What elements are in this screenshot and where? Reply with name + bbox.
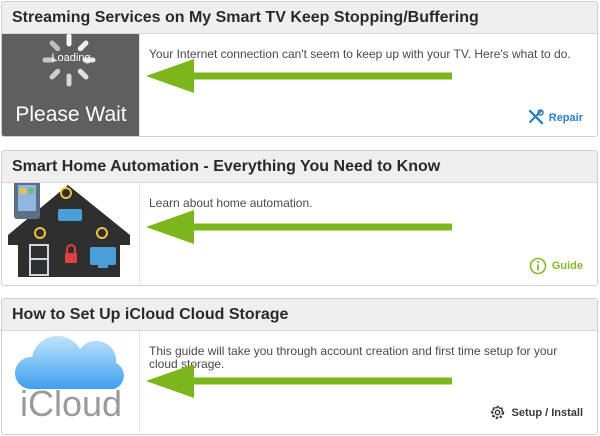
repair-label: Repair <box>548 111 583 124</box>
card-description: Learn about home automation. <box>149 197 313 210</box>
card-body: Learn about home automation. Guide <box>2 183 597 285</box>
card-title[interactable]: Smart Home Automation - Everything You N… <box>12 158 440 176</box>
card-header: Streaming Services on My Smart TV Keep S… <box>2 2 597 34</box>
card-body: Loading Please Wait Your Internet connec… <box>2 34 597 136</box>
info-circle-icon <box>529 257 547 275</box>
please-wait-caption: Please Wait <box>15 103 127 126</box>
repair-tools-icon <box>528 109 544 125</box>
green-arrow-icon <box>146 210 452 244</box>
card-title[interactable]: Streaming Services on My Smart TV Keep S… <box>12 9 479 27</box>
card-description: Your Internet connection can't seem to k… <box>149 48 571 61</box>
article-card-streaming[interactable]: Streaming Services on My Smart TV Keep S… <box>1 1 598 137</box>
setup-install-button[interactable]: Setup / Install <box>489 404 583 421</box>
article-card-smart-home[interactable]: Smart Home Automation - Everything You N… <box>1 150 598 286</box>
green-arrow-icon <box>146 59 452 93</box>
repair-button[interactable]: Repair <box>527 109 583 126</box>
setup-install-label: Setup / Install <box>511 406 583 419</box>
card-header: Smart Home Automation - Everything You N… <box>2 151 597 183</box>
smart-home-illustration-icon <box>8 183 130 277</box>
guide-button[interactable]: Guide <box>529 257 583 275</box>
article-card-icloud[interactable]: How to Set Up iCloud Cloud Storage iClou… <box>1 298 598 435</box>
card-title[interactable]: How to Set Up iCloud Cloud Storage <box>12 306 288 324</box>
card-header: How to Set Up iCloud Cloud Storage <box>2 299 597 331</box>
card-body: iCloud This guide will take you through … <box>2 331 597 433</box>
loading-text: Loading <box>51 52 91 64</box>
icloud-thumbnail[interactable]: iCloud <box>2 331 140 433</box>
icloud-caption: iCloud <box>19 383 123 424</box>
loading-thumbnail[interactable]: Loading Please Wait <box>2 34 140 136</box>
card-description: This guide will take you through account… <box>149 345 558 371</box>
guide-label: Guide <box>551 260 583 272</box>
smart-home-thumbnail[interactable] <box>2 183 140 285</box>
gear-icon <box>491 405 505 420</box>
